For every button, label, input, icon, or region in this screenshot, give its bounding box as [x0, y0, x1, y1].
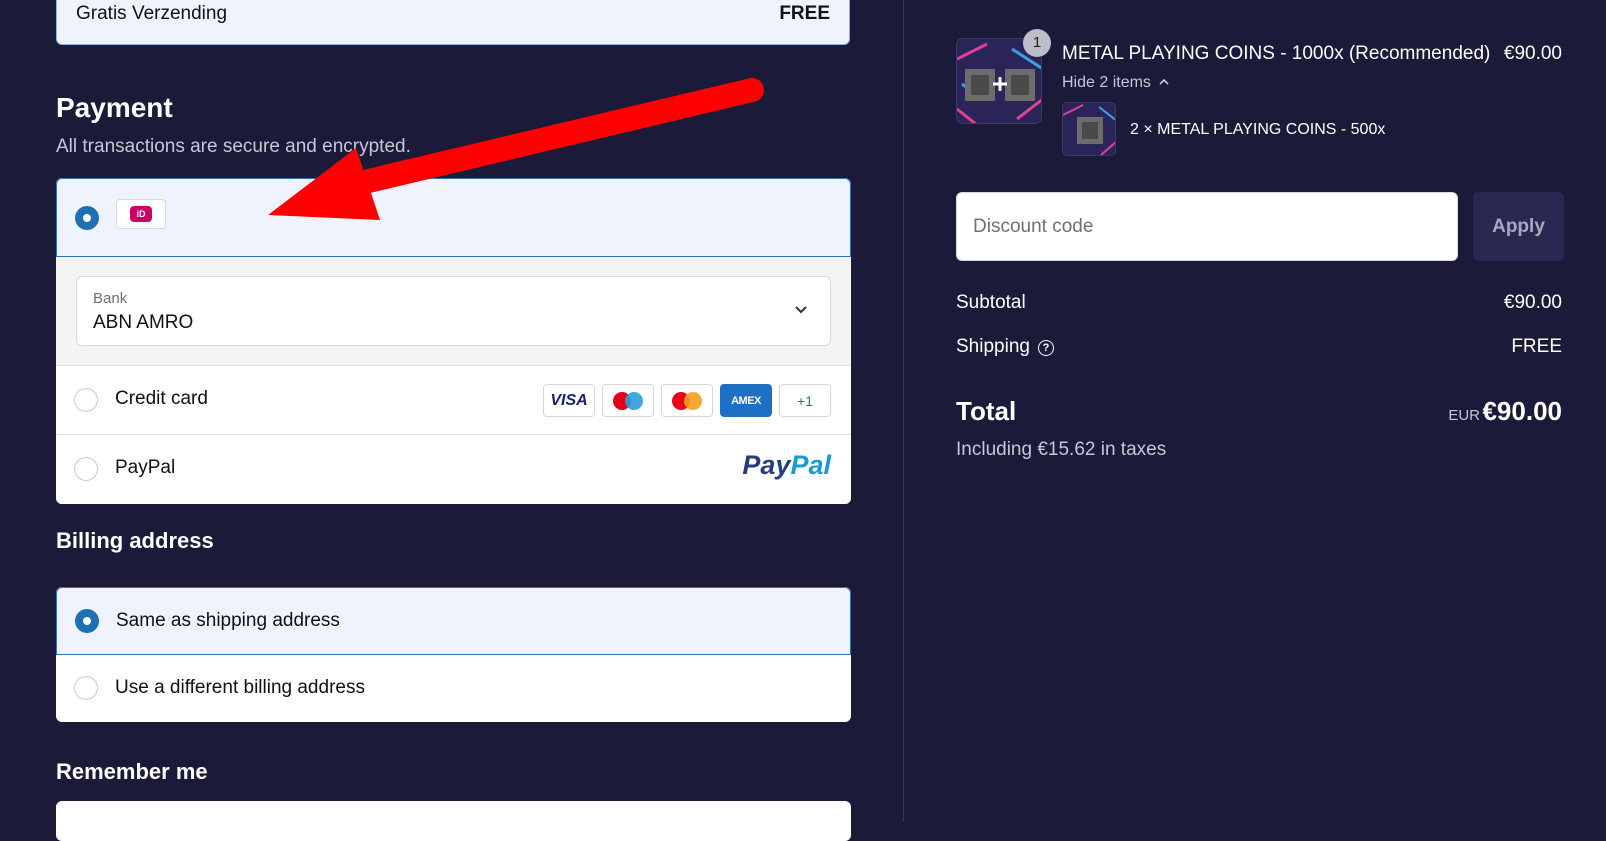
remember-me-title: Remember me: [56, 759, 208, 784]
apply-button[interactable]: Apply: [1473, 192, 1564, 261]
shipping-method-label: Gratis Verzending: [76, 3, 228, 24]
shipping-method-selected[interactable]: Gratis Verzending FREE: [56, 0, 850, 45]
payment-subtitle: All transactions are secure and encrypte…: [56, 136, 411, 157]
sub-item-thumbnail: [1062, 102, 1116, 156]
card-brands: VISA AMEX +1: [543, 384, 831, 417]
bank-select-value: ABN AMRO: [93, 312, 194, 333]
chevron-down-icon: [795, 306, 807, 314]
payment-methods: iD Bank ABN AMRO Credit card VISA AMEX +…: [56, 178, 851, 504]
billing-same-radio[interactable]: [75, 609, 99, 633]
visa-icon: VISA: [543, 384, 595, 417]
discount-code-input[interactable]: [956, 192, 1458, 261]
more-cards-badge: +1: [779, 384, 831, 417]
subtotal-value: €90.00: [1503, 292, 1562, 313]
billing-same-label: Same as shipping address: [116, 610, 340, 631]
paypal-logo-icon: PayPal: [742, 450, 831, 480]
payment-title: Payment: [56, 92, 173, 123]
total-currency: EUR: [1448, 407, 1480, 424]
billing-options: Same as shipping address Use a different…: [56, 587, 851, 722]
billing-option-same[interactable]: Same as shipping address: [56, 587, 851, 655]
shipping-label-row: Shipping?: [956, 336, 1054, 358]
payment-option-ideal[interactable]: iD: [56, 178, 851, 257]
subtotal-label: Subtotal: [956, 292, 1026, 313]
ideal-radio[interactable]: [75, 206, 99, 230]
billing-title: Billing address: [56, 528, 214, 553]
total-value: €90.00: [1482, 396, 1562, 426]
quantity-badge: 1: [1023, 29, 1051, 57]
product-price: €90.00: [1503, 43, 1562, 64]
bank-select-label: Bank: [93, 290, 128, 307]
paypal-radio[interactable]: [74, 457, 98, 481]
hide-items-label: Hide 2 items: [1062, 74, 1151, 91]
hide-items-toggle[interactable]: Hide 2 items: [1062, 74, 1170, 92]
order-summary: 1 METAL PLAYING COINS - 1000x (Recommend…: [904, 0, 1606, 822]
total-label: Total: [956, 396, 1017, 426]
help-icon[interactable]: ?: [1037, 340, 1054, 356]
remember-me-box[interactable]: [56, 801, 851, 841]
paypal-label: PayPal: [115, 457, 176, 478]
payment-option-paypal[interactable]: PayPal PayPal: [56, 435, 851, 504]
amex-icon: AMEX: [720, 384, 772, 417]
payment-option-credit-card[interactable]: Credit card VISA AMEX +1: [56, 366, 851, 435]
bank-select[interactable]: Bank ABN AMRO: [76, 276, 831, 346]
mastercard-icon: [661, 384, 713, 417]
billing-option-different[interactable]: Use a different billing address: [56, 655, 851, 722]
checkout-form: Gratis Verzending FREE Payment All trans…: [0, 0, 903, 841]
product-name: METAL PLAYING COINS - 1000x (Recommended…: [1062, 43, 1491, 64]
sub-item-name: 2 × METAL PLAYING COINS - 500x: [1130, 121, 1386, 138]
shipping-value: FREE: [1511, 336, 1562, 357]
credit-card-radio[interactable]: [74, 388, 98, 412]
billing-different-radio[interactable]: [74, 676, 98, 700]
credit-card-label: Credit card: [115, 388, 208, 409]
maestro-icon: [602, 384, 654, 417]
shipping-method-price: FREE: [779, 3, 830, 24]
ideal-bank-section: Bank ABN AMRO: [56, 257, 851, 366]
shipping-label: Shipping: [956, 336, 1030, 357]
tax-note: Including €15.62 in taxes: [956, 439, 1167, 460]
billing-different-label: Use a different billing address: [115, 677, 365, 698]
chevron-up-icon: [1159, 78, 1169, 85]
ideal-logo-icon: iD: [116, 199, 166, 229]
